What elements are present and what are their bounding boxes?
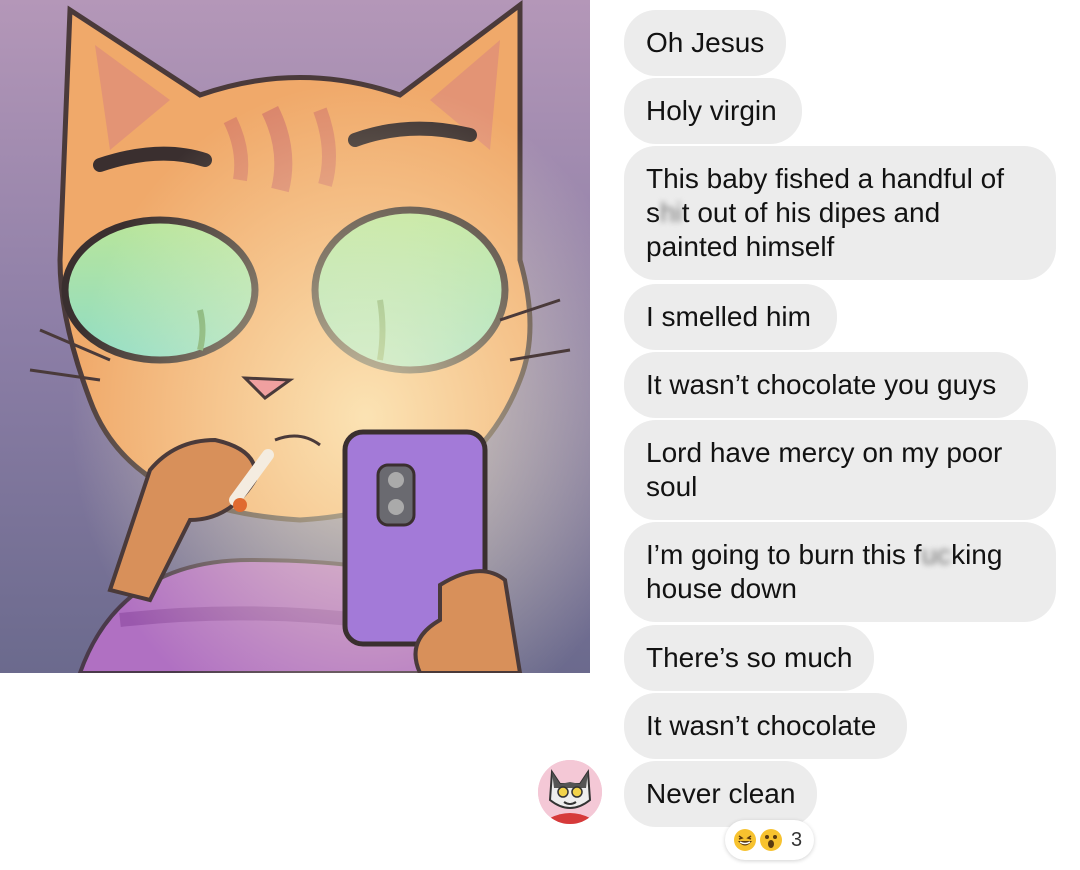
message-text-fragment: king bbox=[951, 539, 1003, 570]
sender-avatar[interactable] bbox=[538, 760, 602, 824]
message-text: There’s so much bbox=[646, 642, 853, 673]
blurred-text: uc bbox=[921, 539, 952, 570]
message-text-fragment: s bbox=[646, 197, 660, 228]
message-bubble[interactable]: I smelled him bbox=[624, 284, 837, 350]
message-line: This baby fished a handful of bbox=[646, 163, 1005, 194]
message-bubble[interactable]: There’s so much bbox=[624, 625, 874, 691]
message-line: I’m going to burn this fucking bbox=[646, 538, 1034, 572]
shared-cat-artwork-image[interactable] bbox=[0, 0, 590, 673]
message-text: It wasn’t chocolate bbox=[646, 710, 877, 741]
reactions-pill[interactable]: 3 bbox=[725, 820, 815, 860]
grinning-squinting-face-icon bbox=[734, 829, 756, 851]
message-text-fragment: I’m going to burn this f bbox=[646, 539, 922, 570]
reaction-count: 3 bbox=[791, 828, 803, 851]
message-bubble[interactable]: Never clean bbox=[624, 761, 817, 827]
message-line: Lord have mercy on my poor bbox=[646, 437, 1003, 468]
message-line: soul bbox=[646, 471, 698, 502]
message-line: shit out of his dipes and bbox=[646, 196, 1034, 230]
message-text: I smelled him bbox=[646, 301, 811, 332]
blurred-text: hi bbox=[660, 197, 682, 228]
astonished-face-icon bbox=[760, 829, 782, 851]
cat-avatar-icon bbox=[538, 760, 602, 824]
message-line: painted himself bbox=[646, 231, 835, 262]
message-text-fragment: t out of his dipes and bbox=[681, 197, 941, 228]
message-text: Holy virgin bbox=[646, 95, 777, 126]
message-text: It wasn’t chocolate you guys bbox=[646, 369, 997, 400]
message-bubble[interactable]: This baby fished a handful of shit out o… bbox=[624, 146, 1056, 280]
message-bubble[interactable]: Oh Jesus bbox=[624, 10, 786, 76]
message-text: Never clean bbox=[646, 778, 796, 809]
message-bubble[interactable]: It wasn’t chocolate you guys bbox=[624, 352, 1028, 418]
message-line: house down bbox=[646, 573, 798, 604]
message-bubble[interactable]: It wasn’t chocolate bbox=[624, 693, 907, 759]
message-bubble[interactable]: I’m going to burn this fucking house dow… bbox=[624, 522, 1056, 622]
message-bubble[interactable]: Lord have mercy on my poor soul bbox=[624, 420, 1056, 520]
message-bubble[interactable]: Holy virgin bbox=[624, 78, 802, 144]
message-text: Oh Jesus bbox=[646, 27, 765, 58]
